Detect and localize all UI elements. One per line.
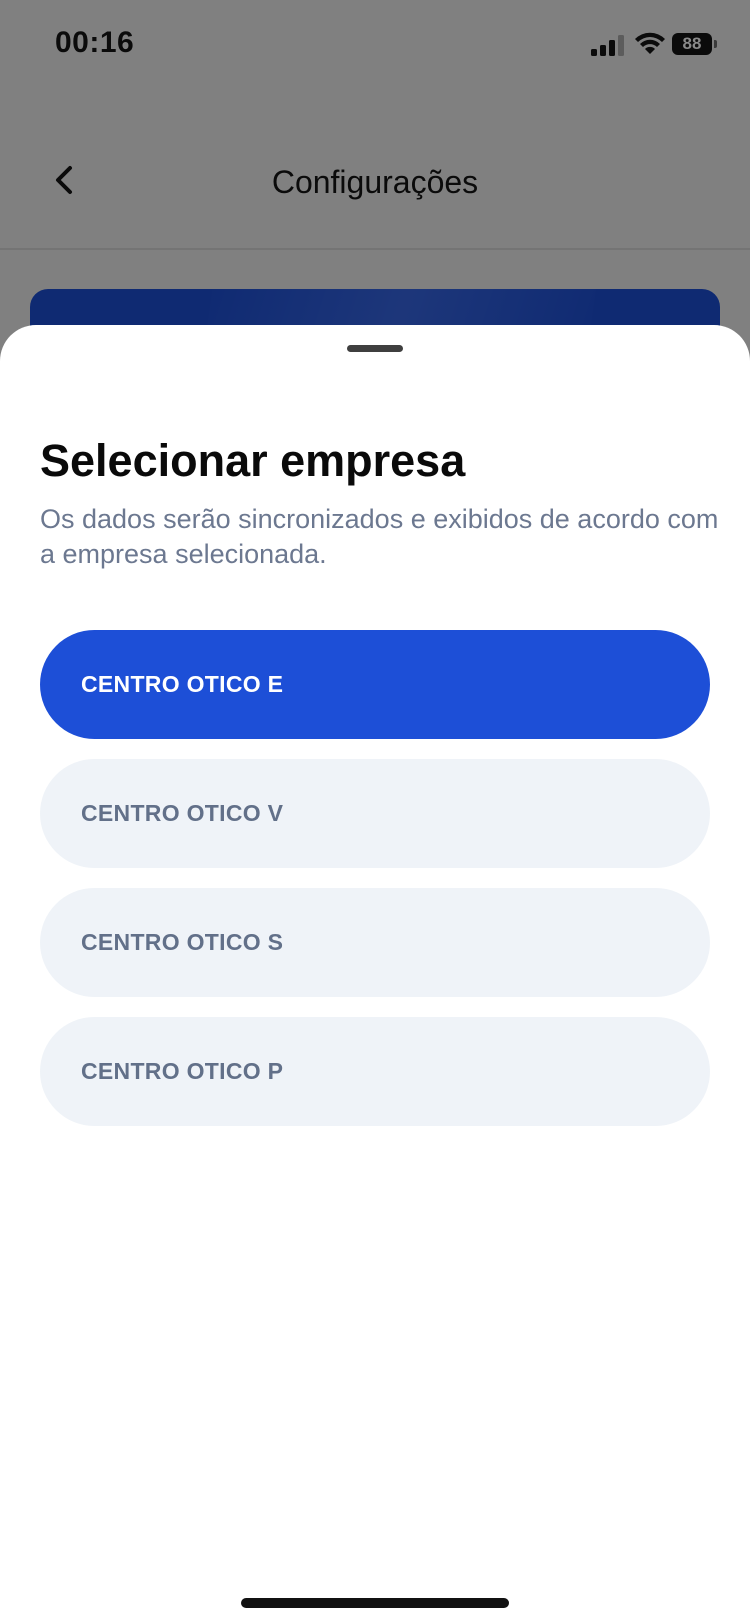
battery-icon: 88 — [672, 33, 718, 57]
company-option[interactable]: CENTRO OTICO E — [40, 630, 710, 739]
company-option-label: CENTRO OTICO P — [81, 1058, 284, 1084]
signal-icon — [591, 35, 624, 56]
company-option-label: CENTRO OTICO E — [81, 671, 284, 697]
battery-level: 88 — [682, 34, 702, 53]
company-option-label: CENTRO OTICO V — [81, 800, 284, 826]
status-time: 00:16 — [55, 26, 135, 59]
company-option[interactable]: CENTRO OTICO P — [40, 1017, 710, 1126]
company-option[interactable]: CENTRO OTICO S — [40, 888, 710, 997]
page-title: Configurações — [271, 164, 479, 200]
sheet-grabber[interactable] — [347, 345, 403, 352]
select-company-sheet: Selecionar empresa Os dados serão sincro… — [0, 325, 750, 1624]
company-option-label: CENTRO OTICO S — [81, 929, 284, 955]
home-indicator — [241, 1598, 509, 1608]
screen: 00:16 88 Configurações Selecionar empres… — [0, 0, 750, 1624]
sheet-subtitle: Os dados serão sincronizados e exibidos … — [40, 504, 719, 569]
battery-cap — [714, 40, 717, 48]
company-list: CENTRO OTICO E CENTRO OTICO V CENTRO OTI… — [40, 630, 710, 1146]
wifi-icon — [635, 32, 665, 54]
nav-bar: Configurações — [0, 130, 750, 250]
company-option[interactable]: CENTRO OTICO V — [40, 759, 710, 868]
sheet-title: Selecionar empresa — [40, 435, 466, 486]
status-bar: 00:16 88 — [0, 0, 750, 90]
